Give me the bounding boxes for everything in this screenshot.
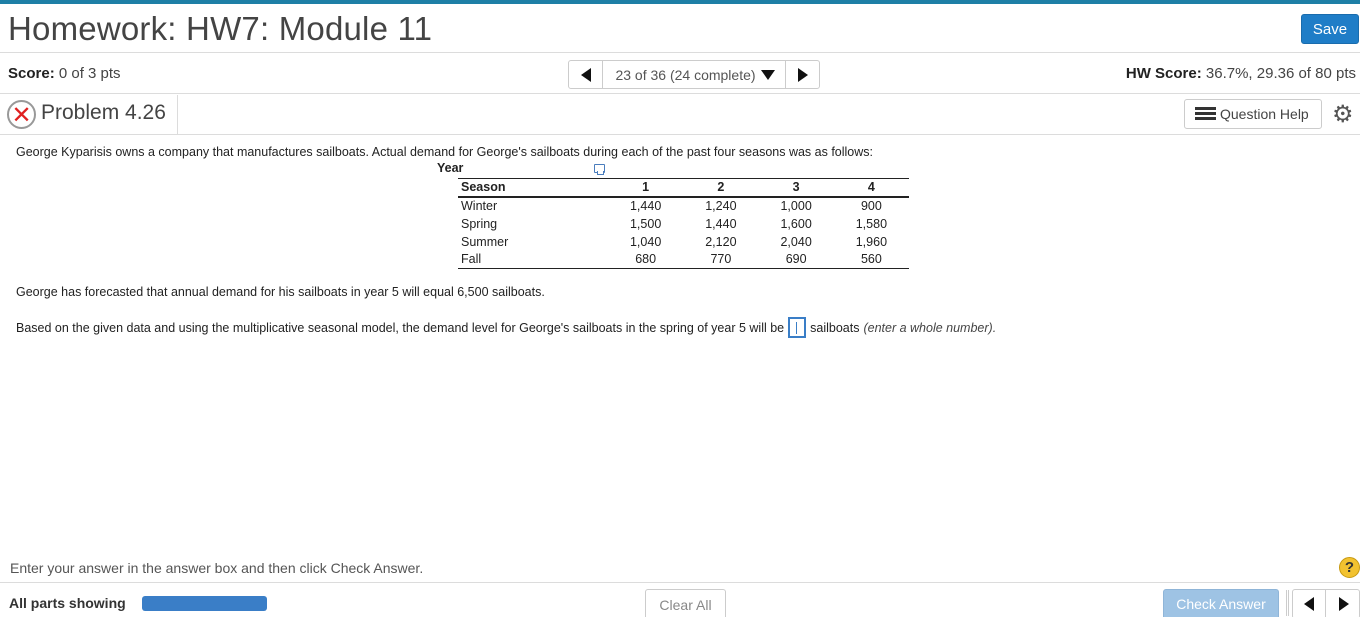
table-header-row: Season 1 2 3 4: [458, 178, 909, 198]
question-selector[interactable]: 23 of 36 (24 complete): [604, 61, 786, 88]
divider: [1286, 590, 1289, 616]
save-button[interactable]: Save: [1301, 14, 1359, 44]
table-cell: 680: [608, 250, 684, 269]
table-cell: 1,000: [780, 199, 812, 213]
score: Score: 0 of 3 pts: [8, 65, 121, 82]
check-answer-button[interactable]: Check Answer: [1163, 589, 1279, 617]
next-question-button[interactable]: [785, 61, 819, 88]
hw-score-label: HW Score:: [1125, 65, 1202, 82]
column-header: 2: [683, 178, 759, 198]
table-cell: 1,960: [855, 234, 888, 249]
table-cell: Spring: [461, 216, 498, 231]
instruction-bar: Enter your answer in the answer box and …: [0, 555, 1360, 583]
hw-score-value: 36.7%, 29.36 of 80 pts: [1201, 65, 1356, 82]
question-navigator: 23 of 36 (24 complete): [568, 60, 820, 89]
answer-unit: sailboats: [810, 320, 860, 335]
problem-title: Problem 4.26: [41, 101, 166, 124]
incorrect-x-icon: ✕: [7, 100, 36, 129]
question-help-button[interactable]: Question Help: [1184, 99, 1322, 129]
title-bar: Homework: HW7: Module 11 Save: [0, 4, 1360, 53]
question-prompt: Based on the given data and using the mu…: [16, 317, 996, 338]
instruction-text: Enter your answer in the answer box and …: [10, 560, 424, 576]
column-header: 3: [758, 178, 834, 198]
help-icon[interactable]: ?: [1339, 557, 1360, 578]
question-help-label: Question Help: [1220, 106, 1309, 122]
arrow-right-icon: [1338, 597, 1349, 611]
previous-question-button[interactable]: [1293, 590, 1326, 617]
table-cell: 2,040: [780, 234, 812, 249]
table-cell: 1,600: [780, 216, 812, 231]
table-year-label: Year: [437, 161, 464, 175]
column-header: Season: [458, 178, 608, 198]
arrow-left-icon: [1304, 597, 1314, 611]
table-cell: 1,440: [705, 216, 737, 231]
parts-progress-bar: [142, 596, 267, 611]
score-bar: Score: 0 of 3 pts 23 of 36 (24 complete)…: [0, 54, 1360, 94]
table-cell: 770: [683, 250, 759, 269]
table-cell: 690: [758, 250, 834, 269]
arrow-left-icon: [580, 67, 591, 82]
column-header: 1: [608, 178, 684, 198]
page-title: Homework: HW7: Module 11: [8, 10, 433, 47]
problem-bar: ✕ Problem 4.26 Question Help ⚙: [0, 95, 1360, 135]
table-cell: 1,580: [855, 216, 888, 231]
table-row: Summer 1,040 2,120 2,040 1,960: [458, 233, 909, 251]
hw-score: HW Score: 36.7%, 29.36 of 80 pts: [1126, 65, 1356, 82]
table-cell: 560: [833, 250, 909, 269]
demand-table: Season 1 2 3 4 Winter 1,440 1,240 1,000 …: [458, 178, 909, 269]
answer-hint: (enter a whole number).: [863, 320, 997, 335]
next-question-button[interactable]: [1327, 590, 1360, 617]
gear-icon[interactable]: ⚙: [1332, 100, 1354, 128]
question-position: 23 of 36 (24 complete): [615, 66, 756, 83]
forecast-text: George has forecasted that annual demand…: [16, 285, 545, 299]
arrow-right-icon: [797, 67, 808, 82]
table-cell: 1,040: [629, 234, 662, 249]
answer-input[interactable]: [788, 317, 807, 338]
parts-label: All parts showing: [9, 595, 126, 611]
question-intro: George Kyparisis owns a company that man…: [16, 145, 874, 159]
copy-data-icon[interactable]: [594, 164, 605, 175]
score-value: 0 of 3 pts: [54, 65, 121, 82]
column-header: 4: [833, 178, 909, 198]
list-icon: [1195, 107, 1216, 121]
table-cell: Fall: [458, 250, 608, 269]
clear-all-button[interactable]: Clear All: [645, 589, 726, 617]
caret-down-icon: [760, 69, 775, 80]
table-cell: Winter: [461, 199, 498, 213]
table-cell: 900: [860, 199, 882, 213]
table-row: Fall 680 770 690 560: [458, 250, 909, 269]
bottom-toolbar: All parts showing Clear All Check Answer: [0, 584, 1360, 617]
table-cell: 1,240: [705, 199, 737, 213]
divider: [177, 95, 178, 134]
table-cell: Summer: [461, 234, 509, 249]
score-label: Score:: [8, 65, 55, 82]
table-cell: 2,120: [705, 234, 737, 249]
bottom-navigator: [1292, 589, 1360, 617]
table-cell: 1,500: [629, 216, 662, 231]
previous-question-button[interactable]: [569, 61, 603, 88]
table-row: Winter 1,440 1,240 1,000 900: [458, 197, 909, 215]
table-row: Spring 1,500 1,440 1,600 1,580: [458, 215, 909, 233]
question-text: Based on the given data and using the mu…: [16, 320, 785, 335]
table-cell: 1,440: [629, 199, 662, 213]
